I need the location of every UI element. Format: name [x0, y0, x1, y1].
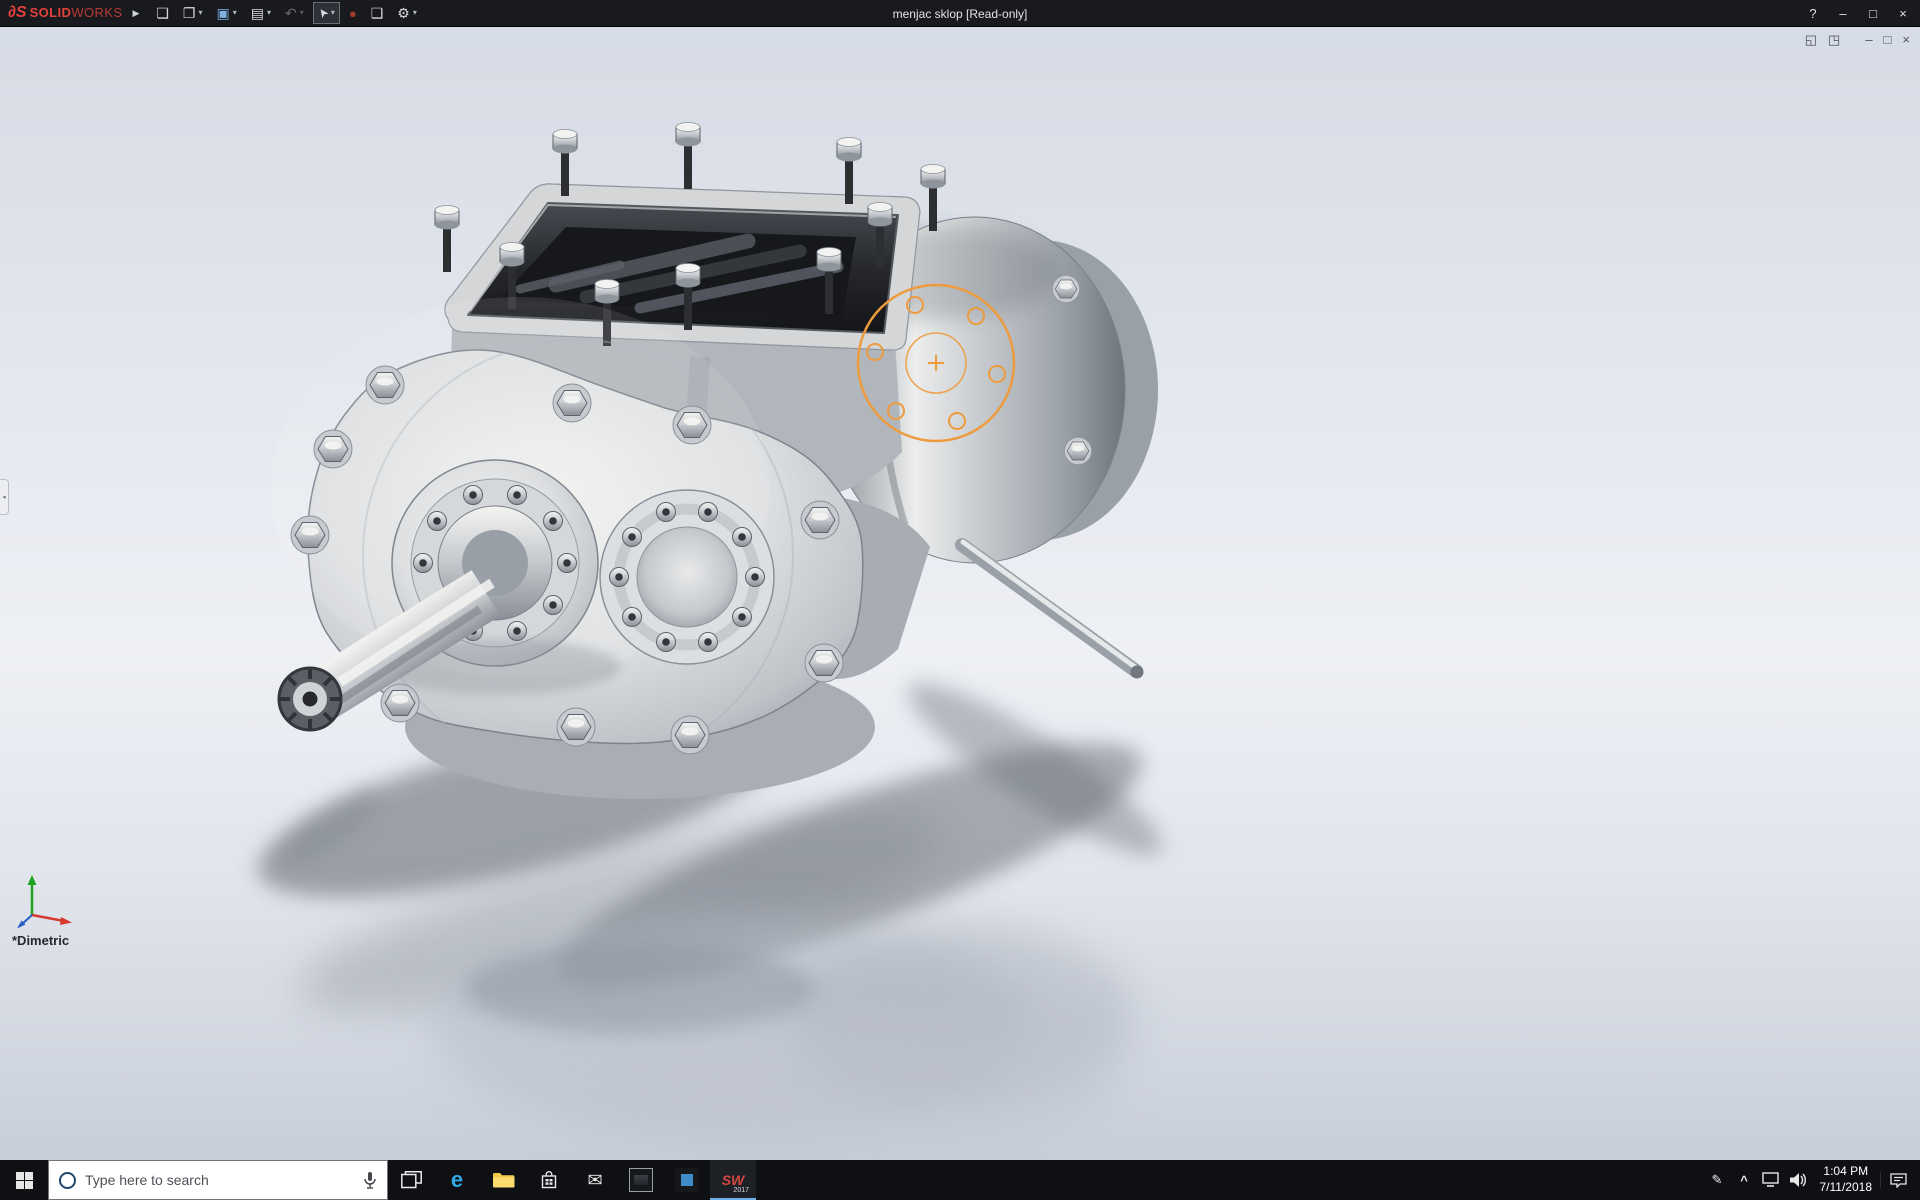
edge-app-button[interactable]: e [434, 1160, 480, 1200]
store-bag-icon [540, 1170, 558, 1190]
chevron-down-icon[interactable]: ▾ [267, 9, 271, 17]
orientation-triad[interactable] [16, 865, 78, 931]
window-controls: ? – □ × [1798, 0, 1918, 27]
gear-icon: ⚙ [397, 6, 410, 20]
notification-icon [1890, 1172, 1907, 1188]
media-app-button[interactable] [618, 1160, 664, 1200]
network-icon [1762, 1172, 1780, 1188]
taskbar: e ✉ SW 2017 [0, 1160, 1920, 1200]
pinned-apps: e ✉ SW 2017 [388, 1160, 756, 1200]
taskbar-clock[interactable]: 1:04 PM 7/11/2018 [1812, 1164, 1881, 1195]
chevron-down-icon: ▾ [300, 9, 304, 17]
photos-app-button[interactable] [664, 1160, 710, 1200]
mail-app-button[interactable]: ✉ [572, 1160, 618, 1200]
dock-right-icon[interactable]: ◳ [1828, 33, 1840, 46]
new-document-button[interactable]: ❏ [151, 2, 174, 24]
save-button[interactable]: ▣ ▾ [212, 2, 242, 24]
network-status-button[interactable] [1758, 1172, 1785, 1188]
maximize-button[interactable]: □ [1858, 0, 1888, 27]
mail-envelope-icon: ✉ [587, 1171, 602, 1189]
solidworks-app-icon: SW 2017 [717, 1167, 749, 1194]
title-bar: ∂S SOLID WORKS ▶ ❏ ❐ ▾ ▣ ▾ ▤ ▾ ↶ ▾ ➤ ▾ ● [0, 0, 1920, 27]
select-tool-button[interactable]: ➤ ▾ [313, 2, 340, 24]
open-document-icon: ❐ [183, 6, 196, 20]
document-title: menjac sklop [Read-only] [893, 7, 1028, 21]
close-button[interactable]: × [1888, 0, 1918, 27]
design-binder-button[interactable]: ❑ [366, 2, 389, 24]
task-view-button[interactable] [388, 1160, 434, 1200]
open-document-button[interactable]: ❐ ▾ [178, 2, 208, 24]
output-shaft [962, 542, 1144, 679]
pen-icon: ✎ [1712, 1172, 1723, 1188]
print-button[interactable]: ▤ ▾ [246, 2, 276, 24]
chevron-up-icon: ^ [1740, 1173, 1748, 1188]
view-orientation-label: *Dimetric [12, 933, 69, 948]
speaker-icon [1789, 1172, 1807, 1188]
chevron-down-icon[interactable]: ▾ [198, 9, 202, 17]
appearance-sphere-icon: ● [349, 7, 357, 20]
design-binder-icon: ❑ [371, 6, 384, 20]
task-view-icon [401, 1171, 422, 1189]
dassault-mark-icon: ∂S [8, 4, 27, 22]
file-explorer-button[interactable] [480, 1160, 526, 1200]
doc-minimize-icon[interactable]: – [1865, 33, 1872, 46]
show-hidden-icons-button[interactable]: ^ [1731, 1173, 1758, 1188]
clock-date: 7/11/2018 [1820, 1180, 1873, 1196]
store-app-button[interactable] [526, 1160, 572, 1200]
photos-app-icon [675, 1168, 699, 1192]
graphics-area[interactable]: ◱ ◳ – □ × ◂ [0, 27, 1920, 1160]
document-window-controls: ◱ ◳ – □ × [1805, 33, 1910, 46]
action-center-button[interactable] [1880, 1172, 1916, 1188]
toolbar-expand-arrow-icon[interactable]: ▶ [132, 8, 139, 19]
system-tray: ✎ ^ 1:04 PM 7/11/2018 [1704, 1160, 1920, 1200]
solidworks-app-button[interactable]: SW 2017 [710, 1160, 756, 1200]
solidworks-logo: ∂S SOLID WORKS [0, 4, 126, 22]
brand-solid-text: SOLID [30, 5, 72, 20]
feature-tree-flyout-tab[interactable]: ◂ [0, 479, 9, 515]
windows-logo-icon [16, 1172, 33, 1189]
undo-icon: ↶ [285, 6, 297, 20]
brand-works-text: WORKS [71, 5, 122, 20]
chevron-left-icon: ◂ [2, 493, 6, 501]
minimize-button[interactable]: – [1828, 0, 1858, 27]
start-button[interactable] [0, 1160, 48, 1200]
select-cursor-icon: ➤ [315, 5, 331, 20]
solidworks-year-text: 2017 [733, 1187, 749, 1194]
folder-icon [492, 1171, 515, 1189]
save-icon: ▣ [217, 6, 230, 20]
cortana-icon [59, 1172, 76, 1189]
dock-left-icon[interactable]: ◱ [1805, 33, 1817, 46]
media-app-icon [629, 1168, 653, 1192]
new-document-icon: ❏ [156, 6, 169, 20]
edge-icon: e [451, 1167, 463, 1193]
print-icon: ▤ [251, 6, 264, 20]
edit-appearance-button[interactable]: ● [344, 2, 362, 24]
clock-time: 1:04 PM [1820, 1164, 1873, 1180]
chevron-down-icon[interactable]: ▾ [413, 9, 417, 17]
side-cover-ring [600, 490, 774, 664]
doc-close-icon[interactable]: × [1902, 33, 1910, 46]
options-button[interactable]: ⚙ ▾ [392, 2, 422, 24]
microphone-icon[interactable] [363, 1171, 377, 1190]
taskbar-search[interactable] [48, 1160, 388, 1200]
chevron-down-icon[interactable]: ▾ [233, 9, 237, 17]
quick-access-toolbar: ❏ ❐ ▾ ▣ ▾ ▤ ▾ ↶ ▾ ➤ ▾ ● ❑ ⚙ ▾ [151, 2, 421, 24]
volume-button[interactable] [1785, 1172, 1812, 1188]
windows-ink-button[interactable]: ✎ [1704, 1172, 1731, 1188]
search-input[interactable] [85, 1172, 354, 1188]
gearbox-assembly-model[interactable] [0, 27, 1920, 1160]
doc-restore-icon[interactable]: □ [1884, 33, 1892, 46]
undo-button[interactable]: ↶ ▾ [280, 2, 309, 24]
help-button[interactable]: ? [1798, 0, 1828, 27]
